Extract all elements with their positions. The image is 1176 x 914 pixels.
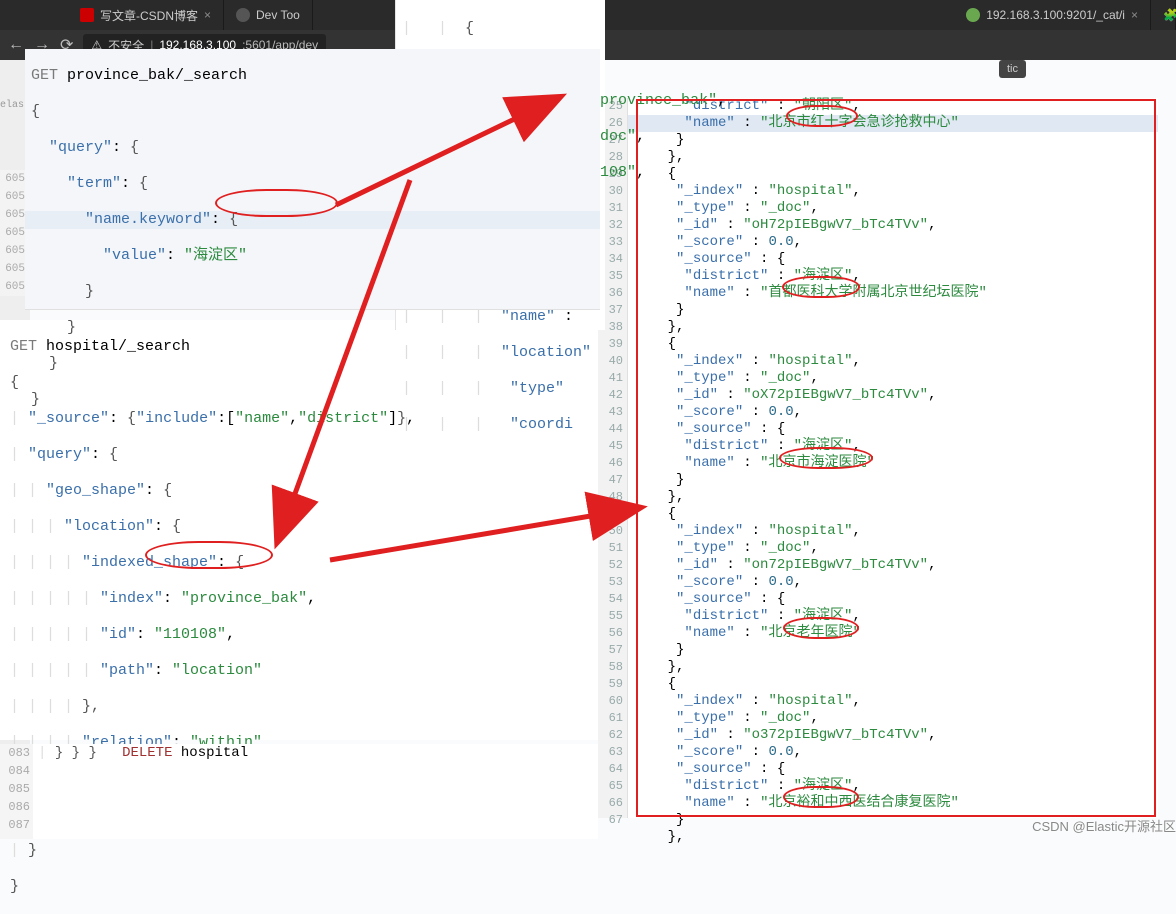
csdn-icon (80, 8, 94, 22)
left-line-numbers: 605 605 605 605 605 605 605 (0, 170, 28, 296)
annotation-result-frame (636, 99, 1156, 817)
browser-tab-extra[interactable]: 🧩 (1151, 0, 1176, 30)
pane-province-search[interactable]: GET province_bak/_search { "query": { "t… (25, 49, 600, 309)
annotation-oval-haidian-4 (783, 786, 859, 808)
close-icon[interactable]: × (1131, 8, 1138, 22)
editor-bottom-rows: 083 084 085 086 087 | } } } DELETE hospi… (0, 744, 598, 839)
tab-title: Dev Too (256, 8, 300, 22)
tab-title: 192.168.3.100:9201/_cat/i (986, 8, 1125, 22)
elastic-tab-fragment: tic (999, 60, 1026, 78)
close-icon[interactable]: × (204, 8, 211, 22)
tab-title: 写文章-CSDN博客 (100, 7, 198, 24)
annotation-oval-haidian-1 (782, 276, 860, 298)
browser-tab-devtools[interactable]: Dev Too (224, 0, 313, 30)
kibana-icon (236, 8, 250, 22)
annotation-oval-chaoyang (786, 105, 858, 127)
annotation-oval-id-110108 (145, 541, 273, 569)
watermark: CSDN @Elastic开源社区 (1032, 816, 1176, 835)
plugin-icon: 🧩 (1163, 8, 1176, 22)
globe-icon (966, 8, 980, 22)
browser-tab-cat[interactable]: 192.168.3.100:9201/_cat/i × (954, 0, 1151, 30)
back-icon[interactable]: ← (8, 36, 24, 54)
annotation-oval-haidian-3 (783, 617, 859, 639)
annotation-oval-haidian-2 (779, 447, 873, 469)
annotation-oval-haidian-query (215, 189, 338, 217)
browser-tab-csdn[interactable]: 写文章-CSDN博客 × (0, 0, 224, 30)
